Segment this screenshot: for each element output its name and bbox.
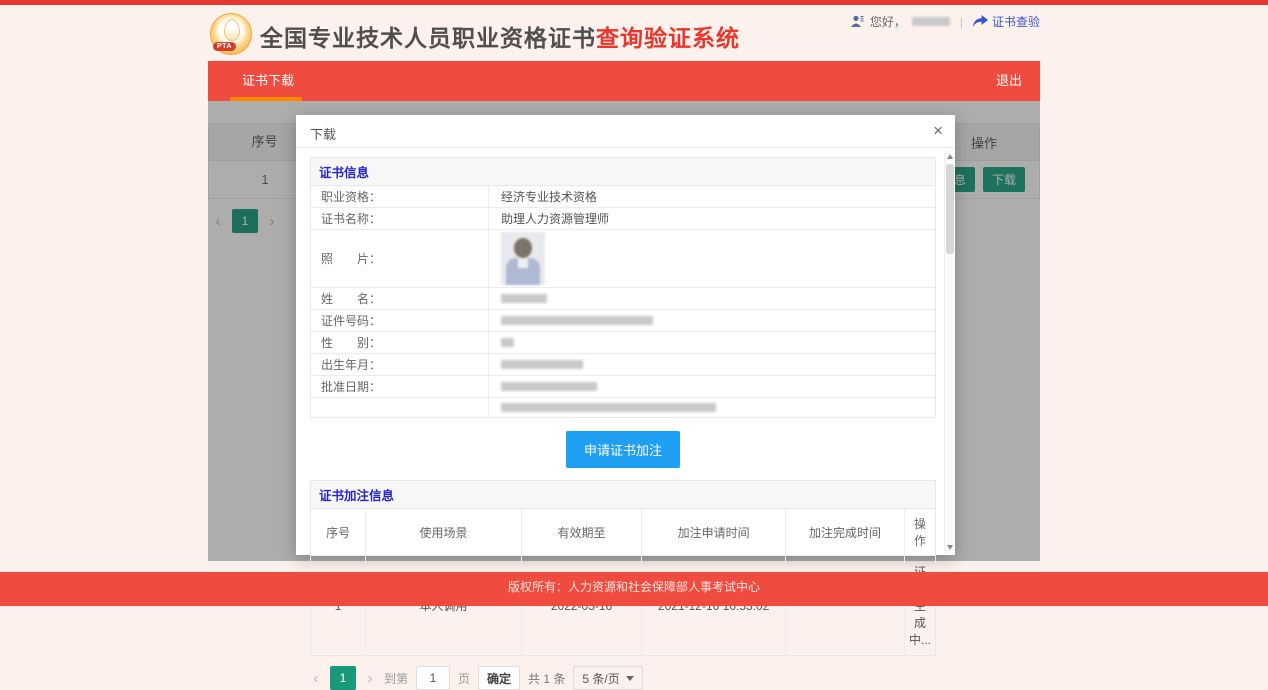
user-icon [850, 15, 864, 28]
scroll-up-icon[interactable] [947, 154, 953, 159]
greeting-text: 您好， [870, 13, 906, 30]
redacted-username [912, 17, 950, 26]
annotation-section: 证书加注信息 序号 使用场景 有效期至 加注申请时间 加注完成时间 操作 1 [310, 480, 936, 656]
header-divider: | [960, 15, 963, 29]
annotation-section-title: 证书加注信息 [311, 481, 935, 509]
col-use-scene: 使用场景 [366, 509, 521, 556]
row-extra [311, 398, 935, 417]
row-photo: 照 片： [311, 230, 935, 288]
page-title: 全国专业技术人员职业资格证书查询验证系统 [260, 19, 740, 53]
logout-button[interactable]: 退出 [996, 61, 1022, 101]
share-arrow-icon [973, 15, 988, 28]
tab-certificate-download[interactable]: 证书下载 [228, 61, 308, 101]
footer: 版权所有：人力资源和社会保障部人事考试中心 [0, 572, 1268, 606]
goto-label: 到第 [384, 670, 408, 687]
col-seq: 序号 [311, 509, 366, 556]
row-id-number: 证件号码： [311, 310, 935, 332]
copyright-text: 版权所有：人力资源和社会保障部人事考试中心 [508, 580, 760, 594]
redacted-approval-date [501, 382, 597, 391]
chevron-down-icon [626, 676, 634, 681]
redacted-gender [501, 338, 514, 347]
apply-annotation-button[interactable]: 申请证书加注 [566, 431, 680, 468]
row-approval-date: 批准日期： [311, 376, 935, 398]
page-title-accent: 查询验证系统 [596, 25, 740, 51]
page-1-button[interactable]: 1 [330, 666, 356, 690]
row-birth-date: 出生年月： [311, 354, 935, 376]
cert-info-section-title: 证书信息 [311, 158, 935, 186]
id-photo [501, 232, 545, 285]
prev-page-button[interactable]: ‹ [310, 670, 322, 687]
row-name: 姓 名： [311, 288, 935, 310]
redacted-id-number [501, 316, 653, 325]
logo-pta-badge: PTA [213, 42, 236, 51]
page-unit-label: 页 [458, 670, 470, 687]
row-qualification: 职业资格： 经济专业技术资格 [311, 186, 935, 208]
modal-body: 证书信息 职业资格： 经济专业技术资格 证书名称： 助理人力资源管理师 照 片：… [296, 149, 944, 555]
col-apply-time: 加注申请时间 [642, 509, 786, 556]
modal-pagination: ‹ 1 › 到第 页 确定 共 1 条 5 条/页 [310, 666, 938, 690]
modal-title: 下载 [310, 124, 336, 143]
certificate-verify-link[interactable]: 证书查验 [973, 13, 1040, 30]
redacted-name [501, 294, 547, 303]
scroll-down-icon[interactable] [947, 545, 953, 550]
pta-logo: PTA [210, 13, 252, 55]
scrollbar-thumb[interactable] [946, 164, 954, 254]
cert-info-section: 证书信息 职业资格： 经济专业技术资格 证书名称： 助理人力资源管理师 照 片：… [310, 157, 936, 418]
row-cert-name: 证书名称： 助理人力资源管理师 [311, 208, 935, 230]
col-finish-time: 加注完成时间 [786, 509, 905, 556]
col-valid-until: 有效期至 [521, 509, 641, 556]
modal-header: 下载 × [296, 115, 955, 148]
row-gender: 性 别： [311, 332, 935, 354]
col-action: 操作 [905, 509, 936, 556]
page-number-input[interactable] [416, 666, 450, 690]
redacted-birth-date [501, 360, 583, 369]
total-count-label: 共 1 条 [528, 670, 565, 687]
main-nav: 证书下载 退出 [208, 61, 1040, 101]
per-page-select[interactable]: 5 条/页 [573, 666, 642, 690]
header-user-area: 您好， | 证书查验 [850, 13, 1040, 30]
modal-scrollbar[interactable] [944, 150, 954, 554]
redacted-extra-info [501, 403, 716, 412]
confirm-page-button[interactable]: 确定 [478, 666, 520, 690]
site-header: PTA 全国专业技术人员职业资格证书查询验证系统 您好， | 证书查验 [208, 5, 1040, 61]
close-icon[interactable]: × [933, 121, 943, 141]
next-page-button[interactable]: › [364, 670, 376, 687]
download-modal: 下载 × 证书信息 职业资格： 经济专业技术资格 证书名称： 助理人力资源管理师… [296, 115, 955, 555]
